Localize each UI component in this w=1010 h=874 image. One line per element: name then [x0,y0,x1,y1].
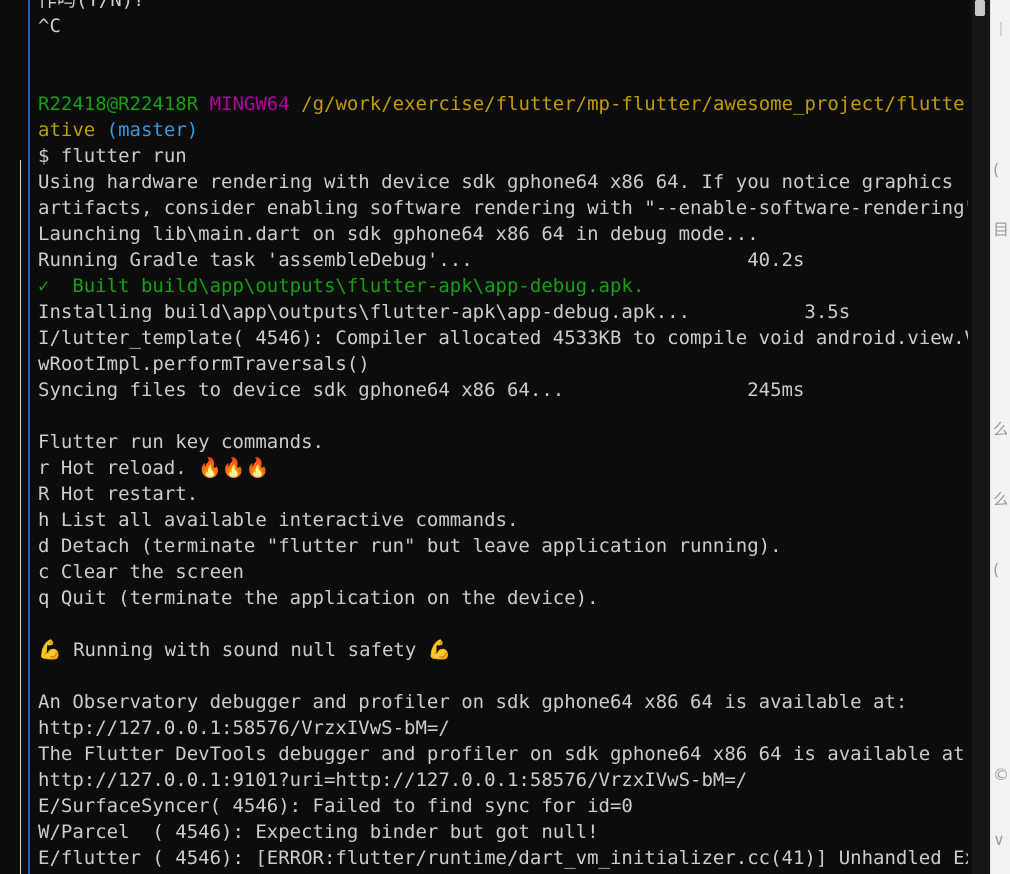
terminal-text: r Hot reload. 🔥🔥🔥 [38,457,270,479]
terminal-line: 作吗(Y/N)? [38,0,968,13]
side-panel-glyph: ( [993,160,1000,179]
terminal-line: An Observatory debugger and profiler on … [38,689,968,715]
terminal-text: ative [38,119,96,141]
terminal-line: $ flutter run [38,143,968,169]
terminal-line: http://127.0.0.1:9101?uri=http://127.0.0… [38,767,968,793]
terminal-text: Installing build\app\outputs\flutter-apk… [38,301,851,323]
terminal-text: ✓ Built build\app\outputs\flutter-apk\ap… [38,275,645,297]
terminal-text: I/lutter_template( 4546): Compiler alloc… [38,327,968,349]
terminal-text: Launching lib\main.dart on sdk gphone64 … [38,223,759,245]
terminal-line: 💪 Running with sound null safety 💪 [38,637,968,663]
terminal-text: $ flutter run [38,145,187,167]
left-gutter-line [20,160,21,874]
terminal-text: ^C [38,15,61,37]
terminal-line: Installing build\app\outputs\flutter-apk… [38,299,968,325]
terminal-line: E/flutter ( 4546): [ERROR:flutter/runtim… [38,845,968,871]
terminal-text: Running Gradle task 'assembleDebug'... 4… [38,249,805,271]
terminal-text: W/Parcel ( 4546): Expecting binder but g… [38,821,599,843]
terminal-text: wRootImpl.performTraversals() [38,353,370,375]
vertical-scrollbar[interactable] [972,0,990,874]
terminal-line: Using hardware rendering with device sdk… [38,169,968,195]
terminal-line: R Hot restart. [38,481,968,507]
terminal-text: q Quit (terminate the application on the… [38,587,599,609]
terminal-line: d Detach (terminate "flutter run" but le… [38,533,968,559]
right-side-panel: ︱(目么么(©∨ [990,0,1010,874]
terminal-line: artifacts, consider enabling software re… [38,195,968,221]
terminal-line: R22418@R22418R MINGW64 /g/work/exercise/… [38,91,968,117]
terminal-text: An Observatory debugger and profiler on … [38,691,908,713]
terminal-text: Syncing files to device sdk gphone64 x86… [38,379,805,401]
terminal-text: E/flutter ( 4546): [ERROR:flutter/runtim… [38,847,968,869]
terminal-text: 💪 Running with sound null safety 💪 [38,639,452,661]
terminal-text: artifacts, consider enabling software re… [38,197,968,219]
terminal-text: R22418@R22418R [38,93,199,115]
terminal-line: I/lutter_template( 4546): Compiler alloc… [38,325,968,351]
terminal-line: Flutter run key commands. [38,429,968,455]
terminal-line: E/SurfaceSyncer( 4546): Failed to find s… [38,793,968,819]
terminal-line: Launching lib\main.dart on sdk gphone64 … [38,221,968,247]
terminal-line: wRootImpl.performTraversals() [38,351,968,377]
terminal-text: MINGW64 [209,93,290,115]
terminal-line: ✓ Built build\app\outputs\flutter-apk\ap… [38,273,968,299]
terminal-line: The Flutter DevTools debugger and profil… [38,741,968,767]
side-panel-glyph: ( [993,560,1000,579]
terminal-text: (master) [106,119,199,141]
terminal-text: Flutter run key commands. [38,431,324,453]
side-panel-glyph: ∨ [993,830,1005,849]
side-panel-glyph: 么 [993,420,1007,439]
terminal-text: h List all available interactive command… [38,509,519,531]
terminal-text: c Clear the screen [38,561,244,583]
side-panel-glyph: 目 [993,220,1007,239]
terminal-text: 作吗(Y/N)? [38,0,145,11]
side-panel-glyph: ︱ [993,20,1007,40]
terminal-line: ^C [38,13,968,39]
terminal-text: http://127.0.0.1:58576/VrzxIVwS-bM=/ [38,717,450,739]
terminal-text: http://127.0.0.1:9101?uri=http://127.0.0… [38,769,748,791]
terminal-line: q Quit (terminate the application on the… [38,585,968,611]
terminal-line: h List all available interactive command… [38,507,968,533]
side-panel-glyph: 么 [993,490,1007,509]
terminal-text: R Hot restart. [38,483,199,505]
terminal-line: W/Parcel ( 4546): Expecting binder but g… [38,819,968,845]
terminal-line: c Clear the screen [38,559,968,585]
terminal-text: The Flutter DevTools debugger and profil… [38,743,968,765]
terminal-text: Using hardware rendering with device sdk… [38,171,954,193]
left-gutter [0,0,28,874]
terminal-line: Syncing files to device sdk gphone64 x86… [38,377,968,403]
terminal-text: /g/work/exercise/flutter/mp-flutter/awes… [301,93,968,115]
terminal-text: d Detach (terminate "flutter run" but le… [38,535,782,557]
terminal-output[interactable]: 作吗(Y/N)? ^C R22418@R22418R MINGW64 /g/work… [38,0,968,874]
terminal-line: r Hot reload. 🔥🔥🔥 [38,455,968,481]
terminal-line: Running Gradle task 'assembleDebug'... 4… [38,247,968,273]
scrollbar-thumb[interactable] [975,0,985,16]
window-left-edge [28,0,30,874]
terminal-text: E/SurfaceSyncer( 4546): Failed to find s… [38,795,633,817]
terminal-line: ative (master) [38,117,968,143]
terminal-line: http://127.0.0.1:58576/VrzxIVwS-bM=/ [38,715,968,741]
side-panel-glyph: © [993,765,1007,784]
